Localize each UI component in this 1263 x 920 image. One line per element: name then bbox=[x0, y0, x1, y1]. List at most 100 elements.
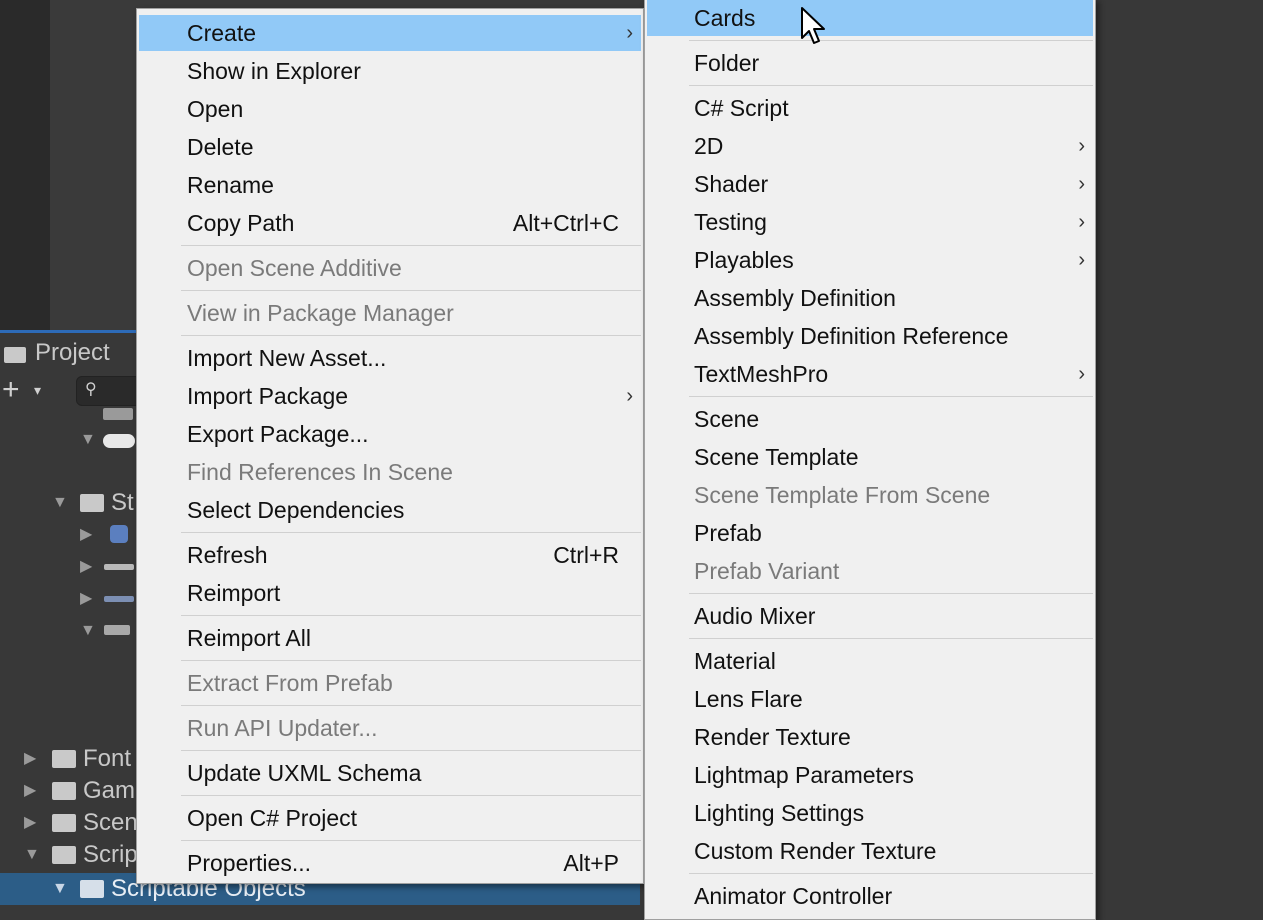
tree-row[interactable]: ▼ bbox=[0, 615, 150, 647]
collapse-arrow-icon[interactable]: ▼ bbox=[52, 873, 68, 905]
scene-view-area[interactable] bbox=[50, 0, 150, 330]
menu-item-create[interactable]: Create › bbox=[139, 15, 641, 51]
folder-icon bbox=[80, 494, 104, 512]
menu-item-reimport-all[interactable]: Reimport All bbox=[139, 620, 641, 656]
menu-item-delete[interactable]: Delete bbox=[139, 129, 641, 165]
tree-row[interactable]: ▶ Font bbox=[0, 743, 150, 775]
menu-item-reimport[interactable]: Reimport bbox=[139, 575, 641, 611]
folder-icon bbox=[4, 347, 26, 363]
menu-item-import-package[interactable]: Import Package › bbox=[139, 378, 641, 414]
add-button[interactable]: + bbox=[2, 373, 20, 407]
collapse-arrow-icon[interactable]: ▼ bbox=[80, 615, 96, 647]
menu-item-shortcut: Ctrl+R bbox=[553, 542, 619, 568]
submenu-item-prefab[interactable]: Prefab bbox=[647, 515, 1093, 551]
menu-item-open[interactable]: Open bbox=[139, 91, 641, 127]
submenu-arrow-icon: › bbox=[1078, 363, 1085, 385]
menu-item-label: Lightmap Parameters bbox=[694, 762, 914, 788]
menu-item-label: View in Package Manager bbox=[187, 300, 454, 326]
menu-item-label: 2D bbox=[694, 133, 724, 159]
submenu-item-assembly-definition-reference[interactable]: Assembly Definition Reference bbox=[647, 318, 1093, 354]
menu-separator bbox=[181, 750, 641, 751]
submenu-item-2d[interactable]: 2D › bbox=[647, 128, 1093, 164]
asset-thumbnail bbox=[104, 625, 130, 635]
menu-separator bbox=[181, 532, 641, 533]
tree-row[interactable]: ▼ St bbox=[0, 487, 150, 519]
menu-item-label: Audio Mixer bbox=[694, 603, 816, 629]
tree-row[interactable]: ▶ Gam bbox=[0, 775, 150, 807]
menu-item-open-csharp-project[interactable]: Open C# Project bbox=[139, 800, 641, 836]
menu-item-update-uxml-schema[interactable]: Update UXML Schema bbox=[139, 755, 641, 791]
menu-item-label: Find References In Scene bbox=[187, 459, 453, 485]
submenu-item-testing[interactable]: Testing › bbox=[647, 204, 1093, 240]
tree-item-label: Scrip bbox=[83, 841, 138, 868]
tree-row[interactable]: ▶ bbox=[0, 551, 150, 583]
menu-item-refresh[interactable]: Refresh Ctrl+R bbox=[139, 537, 641, 573]
submenu-item-cards[interactable]: Cards bbox=[647, 0, 1093, 36]
tree-row[interactable]: ▶ bbox=[0, 519, 150, 551]
submenu-item-lens-flare[interactable]: Lens Flare bbox=[647, 681, 1093, 717]
menu-item-label: Import Package bbox=[187, 383, 349, 409]
submenu-arrow-icon: › bbox=[626, 385, 633, 407]
tree-row[interactable]: ▼ Scrip bbox=[0, 839, 150, 871]
submenu-item-playables[interactable]: Playables › bbox=[647, 242, 1093, 278]
scene-view[interactable] bbox=[0, 0, 50, 330]
tree-row[interactable]: ▶ Scen bbox=[0, 807, 150, 839]
submenu-item-prefab-variant: Prefab Variant bbox=[647, 553, 1093, 589]
project-tab[interactable]: Project bbox=[0, 335, 150, 371]
menu-item-show-in-explorer[interactable]: Show in Explorer bbox=[139, 53, 641, 89]
submenu-item-textmeshpro[interactable]: TextMeshPro › bbox=[647, 356, 1093, 392]
expand-arrow-icon[interactable]: ▶ bbox=[80, 551, 92, 583]
folder-icon bbox=[52, 846, 76, 864]
collapse-arrow-icon[interactable]: ▼ bbox=[24, 839, 40, 871]
asset-thumbnail bbox=[103, 434, 135, 448]
project-tab-label: Project bbox=[35, 339, 110, 366]
menu-item-shortcut: Alt+P bbox=[563, 850, 619, 876]
menu-item-label: Animator Controller bbox=[694, 883, 893, 909]
expand-arrow-icon[interactable]: ▶ bbox=[24, 775, 36, 807]
expand-arrow-icon[interactable]: ▶ bbox=[24, 743, 36, 775]
collapse-arrow-icon[interactable]: ▼ bbox=[80, 424, 96, 456]
submenu-item-assembly-definition[interactable]: Assembly Definition bbox=[647, 280, 1093, 316]
menu-separator bbox=[689, 593, 1093, 594]
chevron-down-icon[interactable]: ▾ bbox=[34, 373, 41, 407]
submenu-item-scene[interactable]: Scene bbox=[647, 401, 1093, 437]
submenu-item-csharp-script[interactable]: C# Script bbox=[647, 90, 1093, 126]
asset-thumbnail[interactable] bbox=[103, 408, 133, 420]
menu-item-label: Copy Path bbox=[187, 210, 295, 236]
expand-arrow-icon[interactable]: ▶ bbox=[80, 519, 92, 551]
submenu-item-animator-controller[interactable]: Animator Controller bbox=[647, 878, 1093, 914]
expand-arrow-icon[interactable]: ▶ bbox=[80, 583, 92, 615]
submenu-item-lightmap-parameters[interactable]: Lightmap Parameters bbox=[647, 757, 1093, 793]
submenu-item-custom-render-texture[interactable]: Custom Render Texture bbox=[647, 833, 1093, 869]
menu-item-import-new-asset[interactable]: Import New Asset... bbox=[139, 340, 641, 376]
menu-separator bbox=[181, 660, 641, 661]
menu-item-properties[interactable]: Properties... Alt+P bbox=[139, 845, 641, 881]
tree-row[interactable]: ▼ bbox=[0, 424, 150, 456]
tree-item-label: Gam bbox=[83, 777, 136, 804]
menu-separator bbox=[689, 85, 1093, 86]
project-toolbar: + ▾ ⚲ bbox=[0, 373, 152, 407]
context-menu: Create › Show in Explorer Open Delete Re… bbox=[136, 8, 644, 884]
submenu-arrow-icon: › bbox=[1078, 249, 1085, 271]
tree-row[interactable]: ▶ bbox=[0, 583, 150, 615]
submenu-item-folder[interactable]: Folder bbox=[647, 45, 1093, 81]
submenu-item-audio-mixer[interactable]: Audio Mixer bbox=[647, 598, 1093, 634]
menu-item-export-package[interactable]: Export Package... bbox=[139, 416, 641, 452]
menu-item-select-dependencies[interactable]: Select Dependencies bbox=[139, 492, 641, 528]
menu-item-label: Run API Updater... bbox=[187, 715, 378, 741]
submenu-item-shader[interactable]: Shader › bbox=[647, 166, 1093, 202]
submenu-item-scene-template[interactable]: Scene Template bbox=[647, 439, 1093, 475]
menu-item-label: Open bbox=[187, 96, 244, 122]
menu-item-label: Open C# Project bbox=[187, 805, 358, 831]
menu-separator bbox=[689, 873, 1093, 874]
menu-item-label: Scene Template bbox=[694, 444, 859, 470]
menu-item-rename[interactable]: Rename bbox=[139, 167, 641, 203]
collapse-arrow-icon[interactable]: ▼ bbox=[52, 487, 68, 519]
menu-item-copy-path[interactable]: Copy Path Alt+Ctrl+C bbox=[139, 205, 641, 241]
expand-arrow-icon[interactable]: ▶ bbox=[24, 807, 36, 839]
submenu-item-lighting-settings[interactable]: Lighting Settings bbox=[647, 795, 1093, 831]
menu-item-label: Export Package... bbox=[187, 421, 369, 447]
submenu-item-render-texture[interactable]: Render Texture bbox=[647, 719, 1093, 755]
submenu-item-material[interactable]: Material bbox=[647, 643, 1093, 679]
folder-icon bbox=[80, 880, 104, 898]
